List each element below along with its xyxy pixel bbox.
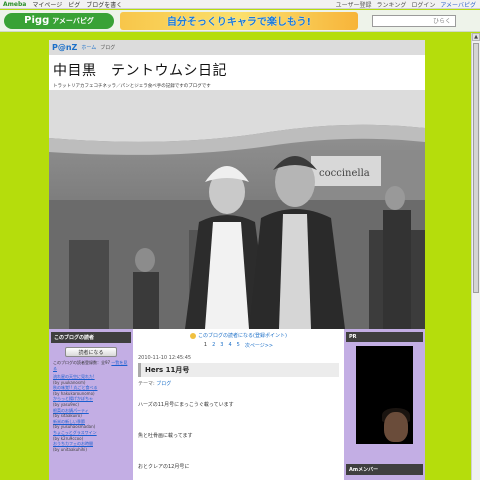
page-3[interactable]: 3 [220, 342, 223, 349]
theme-link[interactable]: ブログ [156, 381, 171, 387]
theme-label: テーマ: [138, 381, 155, 387]
ponz-logo[interactable]: P@nZ [52, 43, 77, 52]
entry-author: (by yuukanosm) [53, 379, 86, 385]
entry-author: (by yasu9ec) [53, 401, 79, 407]
list-item[interactable]: 秋の味覚!! 丸ごと食べる (by hakukarounomo) [53, 385, 129, 396]
pigg-logo[interactable]: Pigg アメーバピグ [4, 12, 114, 29]
reader-entries-list: 流れ星の天空に見れた! (by yuukanosm) 秋の味覚!! 丸ごと食べる(… [51, 372, 131, 452]
blog-description: トラットリアカフェコチネッラ／パンとジェラ食べ手の記録ですのブログです [53, 84, 211, 89]
reader-link-text[interactable]: このブログの読者になる(登録ポイント) [198, 332, 287, 339]
pigg-link[interactable]: ピグ [68, 0, 80, 9]
pr-person-face [384, 412, 408, 442]
search-box[interactable]: ひらく [372, 14, 456, 27]
pigg-label: アメーバピグ [52, 16, 94, 25]
list-item[interactable]: 根菜のお鍋パーティ (by sitaakuiro) [53, 408, 129, 419]
entry-author: (by k2ru9ccoo) [53, 435, 84, 441]
breadcrumb-current: ブログ [100, 45, 116, 51]
entry-title[interactable]: 根菜のお鍋パーティ [53, 408, 89, 413]
mypage-link[interactable]: マイページ [32, 0, 62, 9]
entry-title[interactable]: ちょこっとグラスワイン [53, 430, 97, 435]
entry-title[interactable]: 流れ星の天空に見れた! [53, 374, 95, 379]
list-item[interactable]: からっと揚げかぼちゃ (by yasu9ec) [53, 396, 129, 407]
topbar-right-links: ユーザー登録 ランキング ログイン アメーバピグ [336, 0, 480, 9]
pigg-highlight-link[interactable]: アメーバピグ [440, 0, 476, 9]
blog-title[interactable]: 中目黒 テントウムシ日記 [53, 60, 425, 80]
page-scrollbar[interactable]: ▲ [471, 33, 480, 480]
entry-author: (by yusuhaosmadan) [53, 424, 96, 430]
login-link[interactable]: ログイン [411, 0, 435, 9]
entry-theme: テーマ: ブログ [138, 380, 339, 387]
header-photo: coccinella [49, 90, 425, 329]
blog-frame: P@nZ ホーム ブログ 中目黒 テントウムシ日記 トラットリアカフェコチネッラ… [49, 40, 425, 480]
content-columns: このブログの読者 読者になる このブログの読者登録数：全97 一覧を見る 流れ星… [49, 329, 425, 480]
pagination: 1 2 3 4 5 次ページ>> [138, 342, 339, 349]
pr-ad-image[interactable] [356, 346, 413, 444]
entry-date: 2010-11-10 12:45:45 [138, 355, 192, 361]
page-4[interactable]: 4 [228, 342, 231, 349]
breadcrumb: P@nZ ホーム ブログ [49, 40, 425, 55]
header-photo-image: coccinella [49, 90, 425, 329]
reader-icon [190, 332, 197, 339]
reader-link[interactable]: このブログの読者になる(登録ポイント) [138, 332, 339, 339]
list-item[interactable]: 流れ星の天空に見れた! (by yuukanosm) [53, 374, 129, 385]
list-item[interactable]: 新米の新しい季節 (by yusuhaosmadan) [53, 419, 129, 430]
shop-sign-text: coccinella [319, 168, 370, 179]
member-heading: Amメンバー [346, 464, 423, 475]
become-reader-button[interactable]: 読者になる [65, 347, 117, 357]
entry-title-heading[interactable]: Hers 11月号 [138, 363, 339, 377]
entry-paragraph: ハーズの11月号にまっこうぐ載っています [138, 402, 234, 408]
ad-banner[interactable]: 自分そっくりキャラで楽しもう! [120, 11, 358, 30]
entry-title[interactable]: 秋の味覚!! 丸ごと食べる [53, 385, 97, 390]
ameba-logo[interactable]: Ameba [3, 1, 26, 8]
entry-paragraph: おとクレアの12月号に [138, 464, 190, 470]
readers-note-text: このブログの読者登録数：全97 [53, 360, 111, 365]
entry-title[interactable]: おうちカフェのお時間 [53, 441, 93, 446]
scroll-thumb[interactable] [473, 43, 479, 293]
page-1: 1 [203, 342, 208, 348]
readers-note: このブログの読者登録数：全97 一覧を見る [51, 360, 131, 372]
register-link[interactable]: ユーザー登録 [336, 0, 372, 9]
main-content: このブログの読者になる(登録ポイント) 1 2 3 4 5 次ページ>> 201… [133, 329, 344, 480]
entry-author: (by sitaakuiro) [53, 413, 82, 419]
entry-author: (by unitaakuhihi) [53, 446, 87, 452]
pigg-mark: Pigg [24, 15, 50, 26]
next-page-link[interactable]: 次ページ>> [245, 342, 273, 349]
left-sidebar: このブログの読者 読者になる このブログの読者登録数：全97 一覧を見る 流れ星… [49, 329, 133, 480]
entry-title[interactable]: からっと揚げかぼちゃ [53, 396, 93, 401]
blog-header: 中目黒 テントウムシ日記 トラットリアカフェコチネッラ／パンとジェラ食べ手の記録… [49, 55, 425, 90]
home-link[interactable]: ホーム [81, 44, 96, 51]
scroll-up-icon[interactable]: ▲ [472, 33, 480, 41]
entry-title[interactable]: 新米の新しい季節 [53, 419, 85, 424]
write-blog-link[interactable]: ブログを書く [86, 0, 122, 9]
entry-body: ハーズの11月号にまっこうぐ載っています 魚と吐骨画に載ってます おとクレアの1… [138, 401, 339, 470]
list-item[interactable]: おうちカフェのお時間 (by unitaakuhihi) [53, 441, 129, 452]
entry-paragraph: 魚と吐骨画に載ってます [138, 433, 193, 439]
right-sidebar: PR Amメンバー [344, 329, 425, 480]
list-item[interactable]: ちょこっとグラスワイン (by k2ru9ccoo) [53, 430, 129, 441]
page-5[interactable]: 5 [237, 342, 240, 349]
pr-heading: PR [346, 332, 423, 342]
ranking-link[interactable]: ランキング [377, 0, 407, 9]
ameba-top-bar: Ameba マイページ ピグ ブログを書く ユーザー登録 ランキング ログイン … [0, 0, 480, 9]
page-2[interactable]: 2 [212, 342, 215, 349]
readers-heading: このブログの読者 [51, 332, 131, 343]
pigg-banner: Pigg アメーバピグ 自分そっくりキャラで楽しもう! ひらく [0, 10, 480, 32]
